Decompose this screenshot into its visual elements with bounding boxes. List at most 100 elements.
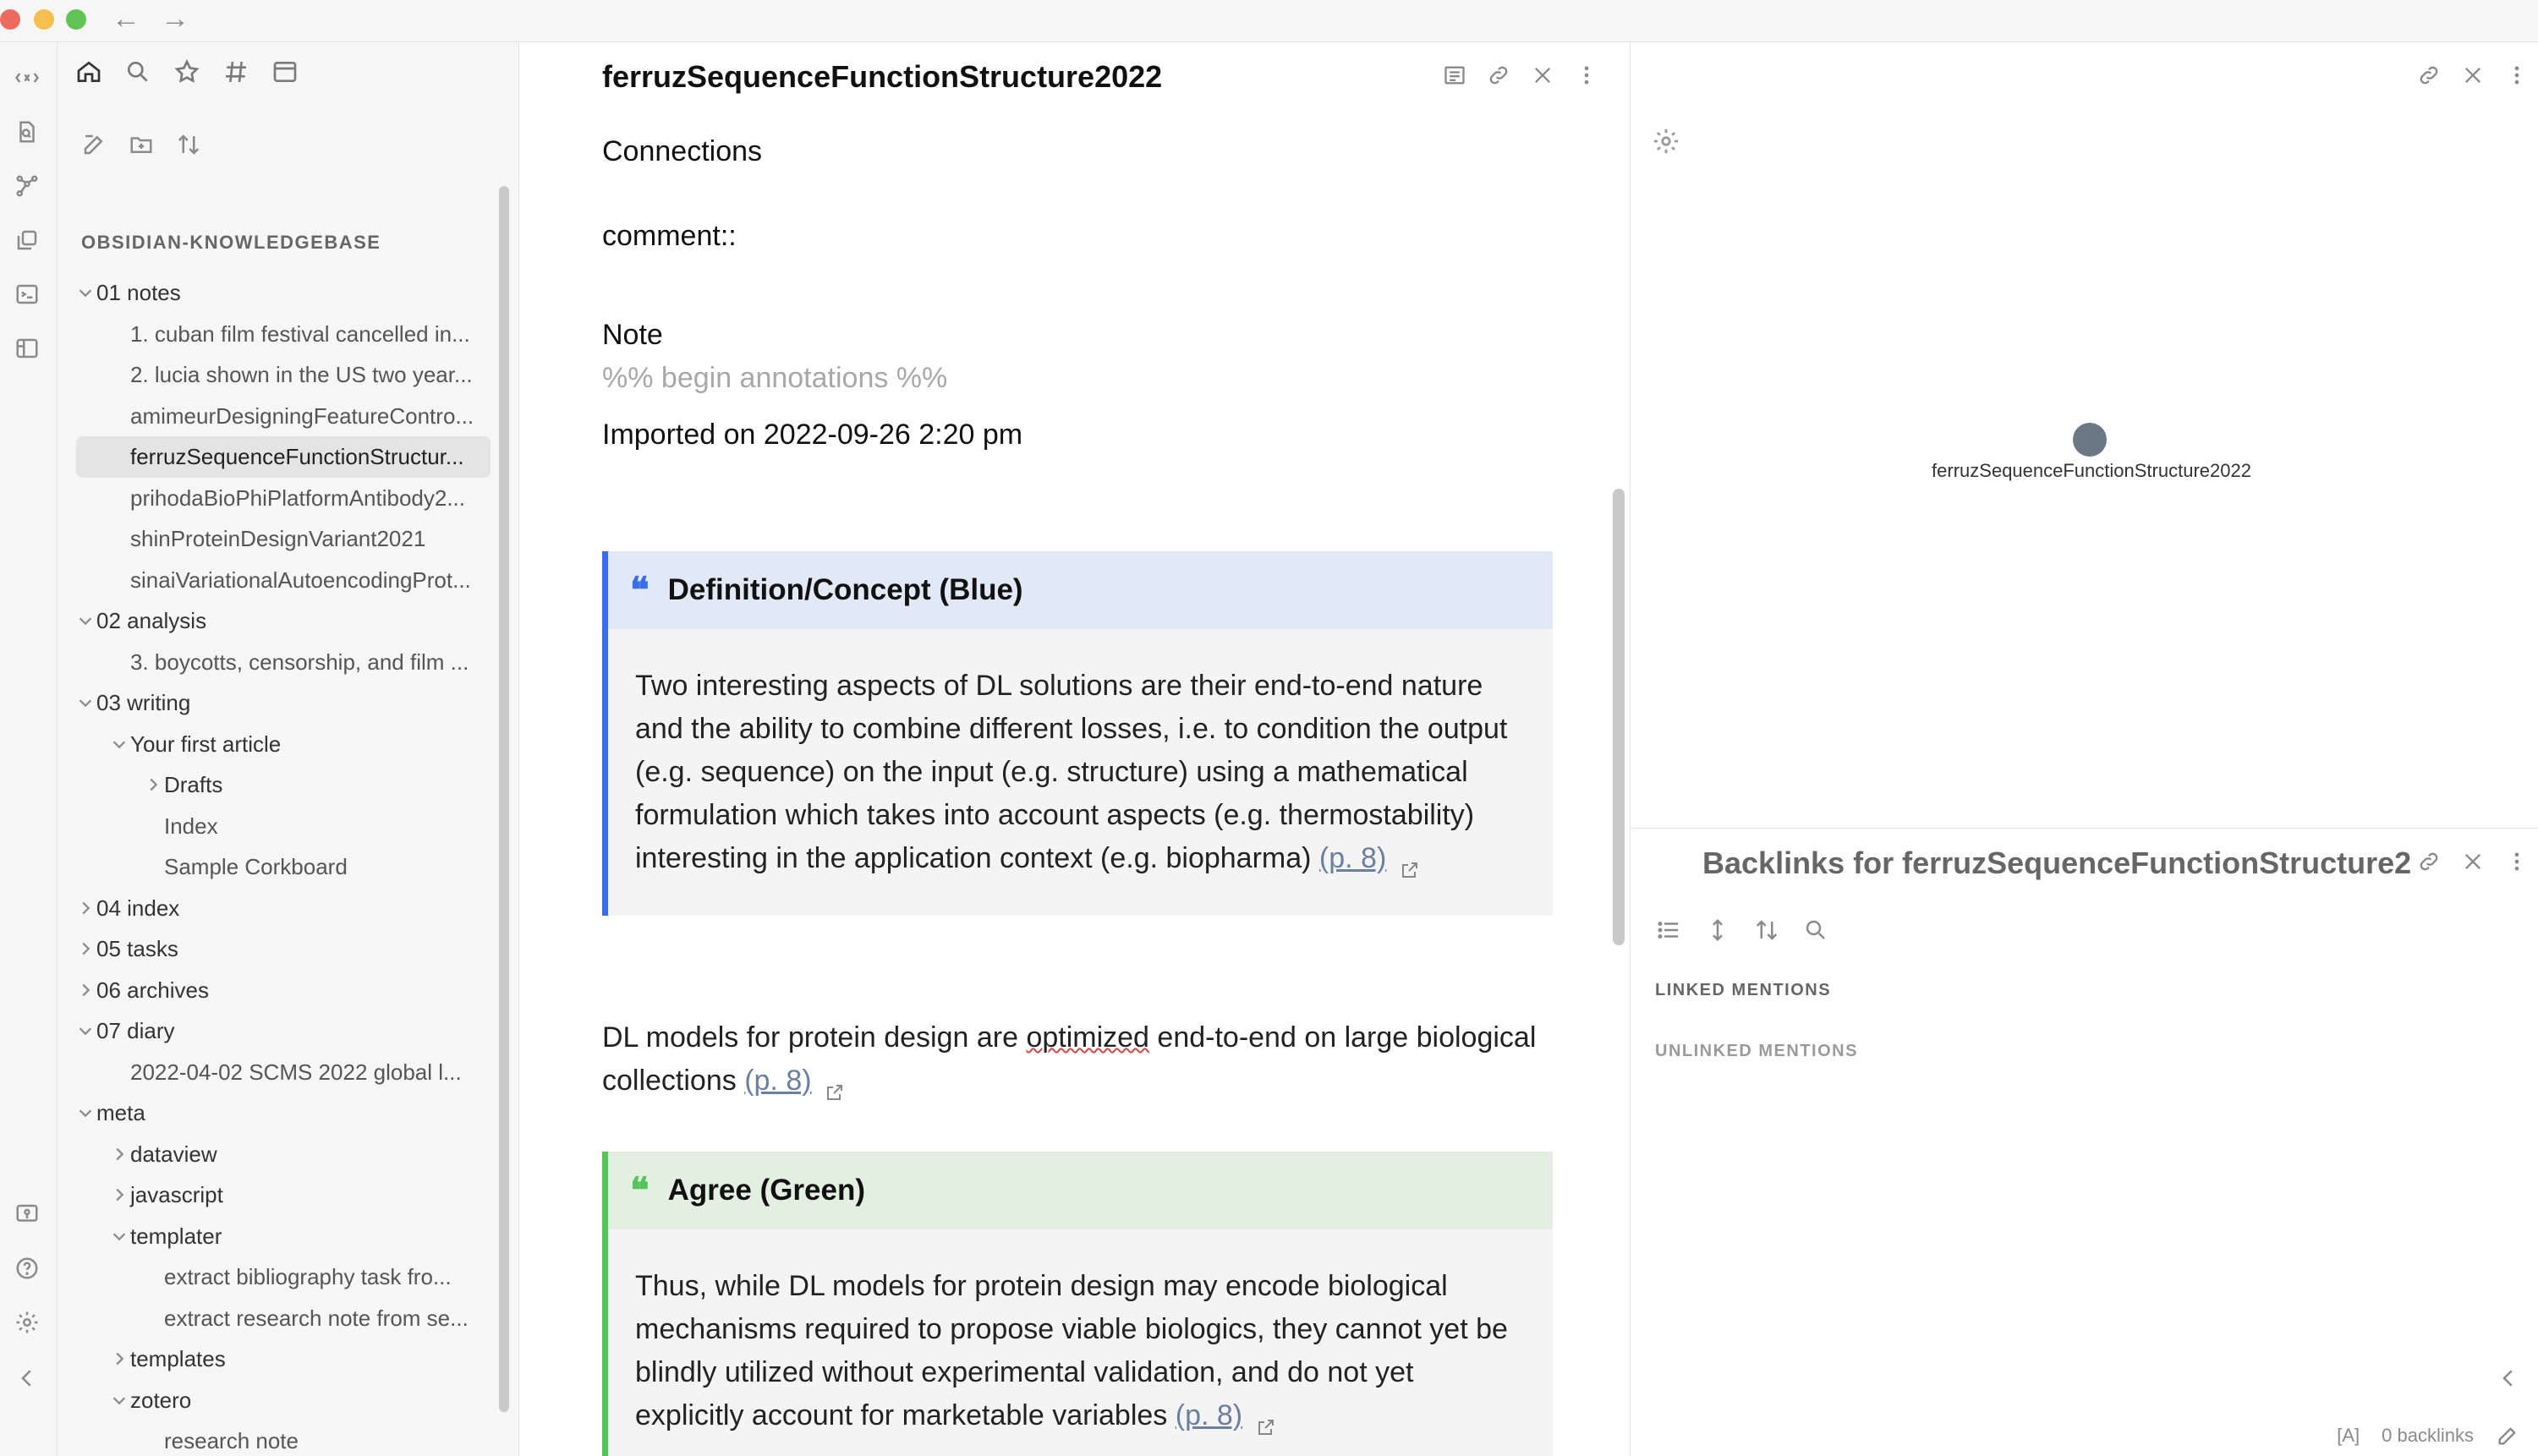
chevron-down-icon[interactable]: [76, 1010, 93, 1052]
close-icon[interactable]: [1530, 63, 1555, 88]
edit-icon[interactable]: [2496, 1424, 2519, 1448]
more-options-icon[interactable]: [2504, 63, 2530, 88]
copy-icon[interactable]: [10, 223, 44, 257]
star-icon[interactable]: [173, 57, 201, 86]
vault-icon[interactable]: [10, 1197, 44, 1231]
more-options-icon[interactable]: [2504, 849, 2530, 874]
link-icon[interactable]: [1486, 63, 1511, 88]
tree-file[interactable]: research note: [76, 1420, 491, 1456]
more-options-icon[interactable]: [1574, 63, 1599, 88]
tree-file[interactable]: 2022-04-02 SCMS 2022 global l...: [76, 1052, 491, 1093]
close-icon[interactable]: [2460, 63, 2486, 88]
editor-scrollbar[interactable]: [1613, 489, 1625, 945]
graph-node[interactable]: [2073, 423, 2107, 457]
backlinks-count[interactable]: 0 backlinks: [2382, 1425, 2474, 1447]
page-link[interactable]: (p. 8): [1319, 842, 1386, 874]
tree-folder[interactable]: zotero: [76, 1380, 491, 1421]
tree-folder[interactable]: Your first article: [76, 724, 491, 765]
chevron-down-icon[interactable]: [110, 1216, 127, 1257]
tree-folder[interactable]: templates: [76, 1338, 491, 1380]
new-folder-icon[interactable]: [127, 130, 156, 159]
forward-arrow-icon[interactable]: →: [161, 2, 189, 36]
home-icon[interactable]: [74, 57, 103, 86]
chevron-down-icon[interactable]: [76, 1092, 93, 1134]
tree-file[interactable]: Sample Corkboard: [76, 846, 491, 888]
sort-icon[interactable]: [1753, 917, 1780, 944]
back-arrow-icon[interactable]: ←: [112, 2, 140, 36]
tree-file[interactable]: extract bibliography task fro...: [76, 1256, 491, 1298]
expand-icon[interactable]: [1704, 917, 1731, 944]
vault-name[interactable]: OBSIDIAN-KNOWLEDGEBASE: [81, 232, 381, 254]
chevron-down-icon[interactable]: [76, 600, 93, 642]
search-icon[interactable]: [1802, 917, 1829, 944]
tree-folder[interactable]: 01 notes: [76, 272, 491, 314]
list-icon[interactable]: [1655, 917, 1682, 944]
chevron-down-icon[interactable]: [110, 1380, 127, 1421]
layout-icon[interactable]: [10, 331, 44, 365]
reading-view-icon[interactable]: [1442, 63, 1467, 88]
chevron-right-icon[interactable]: [76, 928, 93, 970]
graph-icon[interactable]: [10, 169, 44, 203]
tree-file[interactable]: prihodaBioPhiPlatformAntibody2...: [76, 478, 491, 519]
terminal-icon[interactable]: [10, 277, 44, 311]
search-file-icon[interactable]: [10, 115, 44, 149]
chevron-right-icon[interactable]: [110, 1134, 127, 1175]
zoom-window-button[interactable]: [66, 9, 86, 30]
sort-icon[interactable]: [174, 130, 203, 159]
tree-file[interactable]: extract research note from se...: [76, 1298, 491, 1339]
new-note-icon[interactable]: [79, 130, 108, 159]
sidebar-scrollbar[interactable]: [499, 186, 509, 1412]
note-title[interactable]: ferruzSequenceFunctionStructure2022: [602, 59, 1162, 95]
tree-file[interactable]: shinProteinDesignVariant2021: [76, 518, 491, 560]
chevron-right-icon[interactable]: [76, 970, 93, 1011]
tree-item-label: 3. boycotts, censorship, and film ...: [130, 649, 469, 675]
tree-file[interactable]: Index: [76, 806, 491, 847]
close-window-button[interactable]: [0, 9, 20, 30]
tree-folder[interactable]: 07 diary: [76, 1010, 491, 1052]
tree-folder[interactable]: javascript: [76, 1174, 491, 1216]
graph-settings-icon[interactable]: [1652, 127, 1680, 156]
external-link-icon[interactable]: [1256, 1407, 1276, 1436]
tree-folder[interactable]: templater: [76, 1216, 491, 1257]
tree-folder[interactable]: meta: [76, 1092, 491, 1134]
chevron-down-icon[interactable]: [76, 272, 93, 314]
tree-file[interactable]: amimeurDesigningFeatureContro...: [76, 396, 491, 437]
chevron-right-icon[interactable]: [76, 888, 93, 929]
chevron-right-icon[interactable]: [110, 1174, 127, 1216]
link-icon[interactable]: [2416, 63, 2442, 88]
tree-folder[interactable]: dataview: [76, 1134, 491, 1175]
spellcheck-word[interactable]: optimized: [1026, 1021, 1149, 1054]
close-icon[interactable]: [2460, 849, 2486, 874]
tag-icon[interactable]: [222, 57, 250, 86]
linked-mentions-header[interactable]: LINKED MENTIONS: [1655, 981, 1831, 1000]
chevron-right-icon[interactable]: [110, 1338, 127, 1380]
settings-icon[interactable]: [10, 1305, 44, 1339]
tree-folder[interactable]: Drafts: [76, 764, 491, 806]
tree-folder[interactable]: 02 analysis: [76, 600, 491, 642]
tree-file[interactable]: sinaiVariationalAutoencodingProt...: [76, 560, 491, 601]
window-icon[interactable]: [271, 57, 299, 86]
collapse-right-icon[interactable]: [2496, 1366, 2521, 1391]
chevron-right-icon[interactable]: [144, 764, 161, 806]
search-icon[interactable]: [123, 57, 152, 86]
tree-file[interactable]: ferruzSequenceFunctionStructur...: [76, 436, 491, 478]
chevron-down-icon[interactable]: [110, 724, 127, 765]
tree-file[interactable]: 2. lucia shown in the US two year...: [76, 354, 491, 396]
tree-folder[interactable]: 04 index: [76, 888, 491, 929]
external-link-icon[interactable]: [1400, 850, 1420, 879]
link-icon[interactable]: [2416, 849, 2442, 874]
chevron-down-icon[interactable]: [76, 682, 93, 724]
ribbon-toggle-icon[interactable]: [10, 61, 44, 95]
collapse-icon[interactable]: [10, 1361, 44, 1395]
tree-file[interactable]: 1. cuban film festival cancelled in...: [76, 314, 491, 355]
tree-file[interactable]: 3. boycotts, censorship, and film ...: [76, 642, 491, 683]
page-link[interactable]: (p. 8): [1176, 1399, 1242, 1431]
tree-folder[interactable]: 05 tasks: [76, 928, 491, 970]
unlinked-mentions-header[interactable]: UNLINKED MENTIONS: [1655, 1042, 1858, 1061]
external-link-icon[interactable]: [825, 1072, 845, 1101]
tree-folder[interactable]: 06 archives: [76, 970, 491, 1011]
tree-folder[interactable]: 03 writing: [76, 682, 491, 724]
help-icon[interactable]: [10, 1251, 44, 1285]
minimize-window-button[interactable]: [34, 9, 54, 30]
page-link[interactable]: (p. 8): [744, 1065, 811, 1097]
